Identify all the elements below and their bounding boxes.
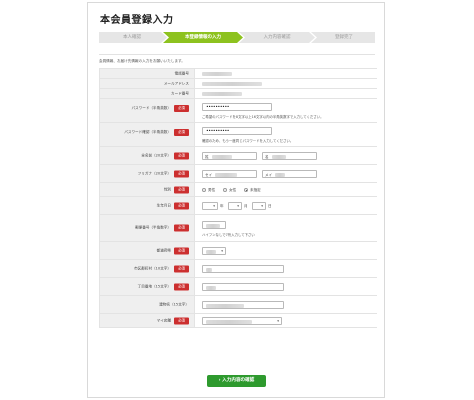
chevron-down-icon: ▾: [261, 204, 263, 208]
first-name-input[interactable]: 名: [262, 152, 317, 160]
prefecture-label: 都道府県: [156, 248, 171, 252]
row-email: メールアドレス: [100, 79, 377, 89]
card-value-redacted: [202, 92, 242, 96]
row-birthdate: 生年月日 必須 ▾ 年 ▾ 月 ▾ 日: [100, 197, 377, 215]
email-label: メールアドレス: [163, 81, 189, 85]
registration-form: 電話番号 メールアドレス カード番号 パスワード（半角英数） 必須 ••••••…: [99, 68, 377, 328]
password-confirm-label: パスワード確認（半角英数）: [124, 130, 171, 134]
gender-radio-unspecified[interactable]: [244, 188, 248, 192]
password-confirm-input[interactable]: ••••••••••: [202, 127, 272, 135]
birth-label: 生年月日: [156, 203, 171, 207]
phone-value-redacted: [202, 72, 232, 76]
sei-prefix: セイ: [205, 172, 213, 177]
row-gender: 性別 必須 男性 女性 未指定: [100, 183, 377, 197]
required-badge: 必須: [174, 265, 189, 272]
intro-text: 会員情報、お届け先情報の入力をお願いいたします。: [99, 59, 185, 63]
divider: [99, 54, 375, 55]
street-input[interactable]: [202, 283, 284, 291]
row-prefecture: 都道府県 必須 ▾: [100, 242, 377, 260]
step-2-label: 本登録情報の入力: [185, 35, 221, 40]
building-input[interactable]: [202, 301, 284, 309]
row-city: 市区郡町村（10文字） 必須: [100, 260, 377, 278]
row-street: 丁目番地（15文字） 必須: [100, 278, 377, 296]
store-label: マイ店舗: [156, 318, 171, 322]
city-label: 市区郡町村（10文字）: [134, 266, 171, 270]
required-badge: 必須: [174, 247, 189, 254]
confirm-button-label: 入力内容の確認: [222, 378, 255, 383]
year-unit: 年: [220, 203, 224, 208]
my-store-select[interactable]: ▾: [202, 317, 282, 325]
row-phone: 電話番号: [100, 69, 377, 79]
email-value-redacted: [202, 82, 262, 86]
row-building: 建物名（15文字）: [100, 296, 377, 314]
gender-label: 性別: [163, 187, 171, 191]
required-badge: 必須: [174, 283, 189, 290]
row-name: 全名前（20文字） 必須 姓 名: [100, 147, 377, 165]
required-badge: 必須: [174, 129, 189, 136]
first-name-prefix: 名: [265, 154, 269, 159]
day-unit: 日: [268, 203, 272, 208]
last-name-input[interactable]: 姓: [202, 152, 257, 160]
mei-prefix: メイ: [265, 172, 273, 177]
last-name-prefix: 姓: [205, 154, 209, 159]
birth-day-select[interactable]: ▾: [252, 202, 266, 210]
chevron-down-icon: ▾: [213, 204, 215, 208]
chevron-down-icon: ▾: [277, 319, 279, 323]
name-label: 全名前（20文字）: [141, 153, 171, 157]
step-4-label: 登録完了: [335, 35, 353, 40]
chevron-right-icon: ›: [218, 378, 221, 383]
birth-year-select[interactable]: ▾: [202, 202, 218, 210]
gender-radio-male[interactable]: [202, 188, 206, 192]
confirm-button[interactable]: › 入力内容の確認: [207, 375, 266, 387]
gender-female-label: 女性: [229, 187, 237, 192]
row-my-store: マイ店舗 必須 ▾: [100, 314, 377, 328]
mei-input[interactable]: メイ: [262, 170, 317, 178]
gender-unspecified-label: 未指定: [250, 187, 261, 192]
city-input[interactable]: [202, 265, 284, 273]
required-badge: 必須: [174, 317, 189, 324]
postal-label: 郵便番号（半角数字）: [135, 225, 171, 230]
required-badge: 必須: [174, 105, 189, 112]
phone-label: 電話番号: [174, 71, 189, 75]
required-badge: 必須: [174, 224, 189, 232]
required-badge: 必須: [174, 202, 189, 209]
birth-month-select[interactable]: ▾: [228, 202, 242, 210]
building-label: 建物名（15文字）: [159, 302, 189, 306]
password-label: パスワード（半角英数）: [131, 106, 171, 110]
required-badge: 必須: [174, 186, 189, 193]
chevron-down-icon: ▾: [237, 204, 239, 208]
furigana-label: フリガナ（20文字）: [137, 171, 171, 175]
password-hint: ご希望のパスワードを8文字以上16文字以内の半角英数字で入力してください。: [202, 115, 324, 119]
row-password-confirm: パスワード確認（半角英数） 必須 •••••••••• 確認のため、もう一度同じ…: [100, 123, 377, 147]
row-password: パスワード（半角英数） 必須 •••••••••• ご希望のパスワードを8文字以…: [100, 99, 377, 123]
chevron-down-icon: ▾: [221, 249, 223, 253]
street-label: 丁目番地（15文字）: [137, 284, 171, 288]
row-postal: 郵便番号（半角数字） 必須 ハイフンなしで7桁入力して下さい: [100, 215, 377, 242]
prefecture-select[interactable]: ▾: [202, 247, 226, 255]
row-card: カード番号: [100, 89, 377, 99]
sei-input[interactable]: セイ: [202, 170, 257, 178]
row-furigana: フリガナ（20文字） 必須 セイ メイ: [100, 165, 377, 183]
password-confirm-hint: 確認のため、もう一度同じパスワードを入力してください。: [202, 139, 294, 143]
postal-input[interactable]: [202, 221, 226, 229]
card-label: カード番号: [171, 91, 189, 95]
required-badge: 必須: [174, 170, 189, 177]
gender-male-label: 男性: [208, 187, 216, 192]
step-3-label: 入力内容確認: [263, 35, 291, 40]
gender-radio-female[interactable]: [223, 188, 227, 192]
step-1-label: 本人確認: [123, 35, 141, 40]
postal-hint: ハイフンなしで7桁入力して下さい: [202, 233, 255, 237]
password-input[interactable]: ••••••••••: [202, 103, 272, 111]
required-badge: 必須: [174, 152, 189, 159]
page-title: 本会員登録入力: [100, 15, 174, 26]
month-unit: 月: [244, 203, 248, 208]
